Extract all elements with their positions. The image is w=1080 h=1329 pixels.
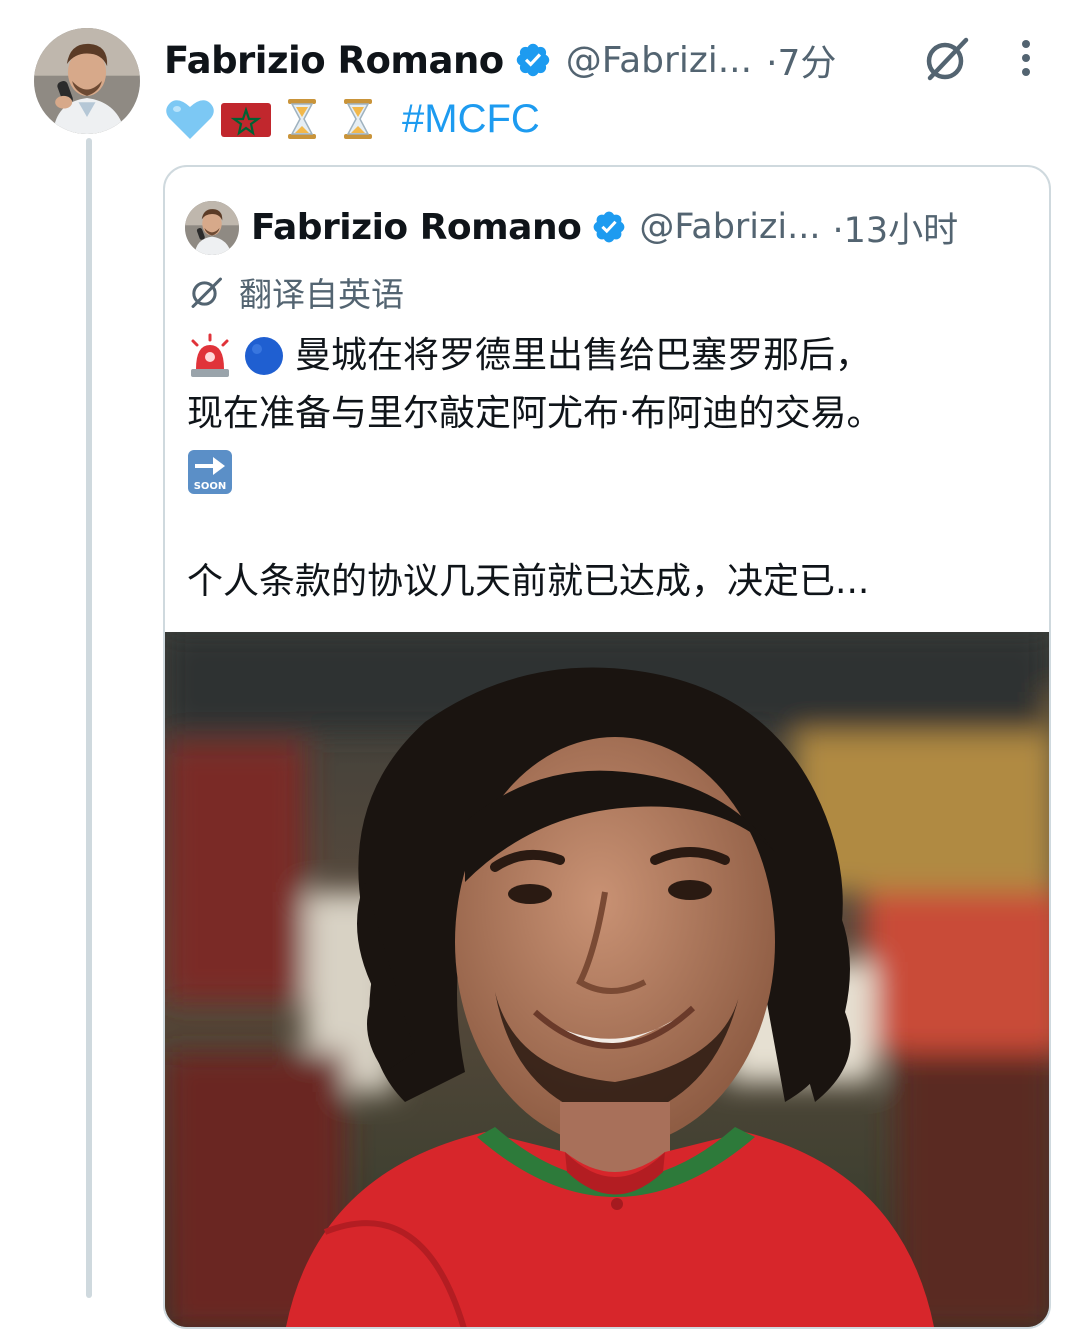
quoted-text-line: SOON (187, 443, 1037, 501)
quoted-author-handle: @Fabrizi... (639, 207, 821, 247)
grok-translate-icon (191, 277, 222, 308)
quoted-author-name: Fabrizio Romano (251, 206, 582, 248)
author-name[interactable]: Fabrizio Romano (164, 39, 504, 82)
quoted-tweet-card[interactable]: Fabrizio Romano @Fabrizi... ·13小时 翻译自英语 … (163, 165, 1051, 1329)
quoted-tweet-timestamp: ·13小时 (832, 210, 959, 251)
police-light-icon (187, 333, 233, 379)
text-spacer (187, 501, 1037, 553)
hourglass-icon (276, 97, 328, 141)
tweet-timestamp[interactable]: ·7分 (766, 34, 836, 86)
quoted-text-line: 曼城在将罗德里出售给巴塞罗那后， (187, 327, 1037, 385)
grok-icon[interactable] (922, 34, 972, 84)
quoted-tweet-photo[interactable] (165, 632, 1049, 1327)
quoted-text-line-4: 个人条款的协议几天前就已达成，决定已... (187, 561, 870, 602)
author-avatar[interactable] (34, 28, 140, 134)
morocco-flag-icon (220, 97, 272, 141)
light-blue-heart-icon (164, 97, 216, 141)
hashtag-link[interactable]: #MCFC (402, 97, 540, 142)
quoted-text-line-1: 曼城在将罗德里出售给巴塞罗那后， (295, 335, 872, 376)
tweet-body: #MCFC (164, 92, 540, 146)
author-handle[interactable]: @Fabrizi... (566, 40, 752, 81)
quoted-tweet-text: 曼城在将罗德里出售给巴塞罗那后， 现在准备与里尔敲定阿尤布·布阿迪的交易。 SO… (187, 327, 1037, 611)
verified-badge-icon (516, 43, 549, 77)
quoted-text-line: 个人条款的协议几天前就已达成，决定已... (187, 553, 1037, 611)
blue-circle-icon (241, 333, 287, 379)
soon-arrow-icon: SOON (187, 449, 233, 495)
quoted-tweet-header: Fabrizio Romano @Fabrizi... ·13小时 (251, 197, 1049, 257)
quoted-author-avatar (185, 201, 239, 255)
quoted-text-line: 现在准备与里尔敲定阿尤布·布阿迪的交易。 (187, 385, 1037, 443)
soon-label: SOON (194, 481, 227, 492)
thread-connector-line (86, 138, 92, 1298)
hourglass-icon (332, 97, 384, 141)
more-options-icon[interactable] (1004, 36, 1048, 80)
translation-notice[interactable]: 翻译自英语 (187, 267, 404, 317)
translation-label: 翻译自英语 (239, 275, 404, 314)
quoted-text-line-2: 现在准备与里尔敲定阿尤布·布阿迪的交易。 (187, 393, 883, 434)
verified-badge-icon (593, 211, 625, 243)
